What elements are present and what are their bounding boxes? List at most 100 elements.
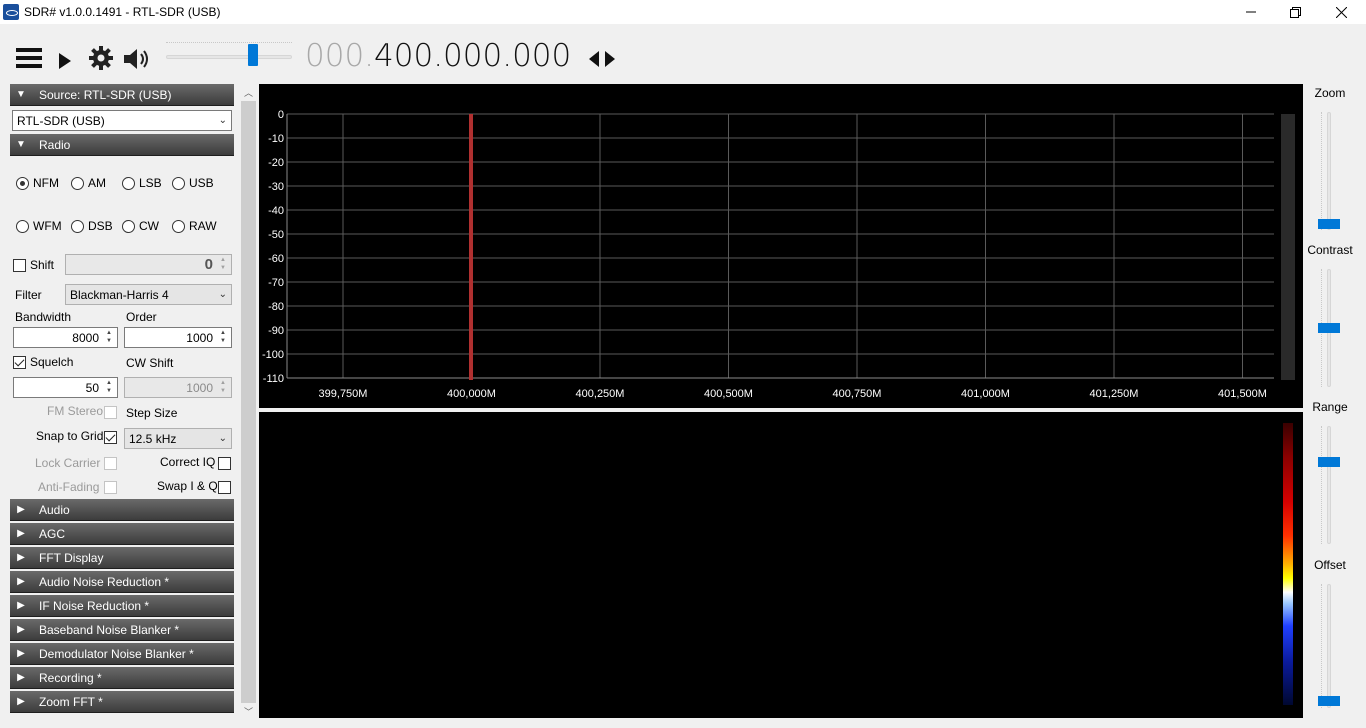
- menu-button[interactable]: [16, 45, 42, 71]
- swap-iq-label: Swap I & Q: [157, 479, 218, 493]
- mode-dsb-radio[interactable]: DSB: [71, 219, 113, 233]
- section-label: IF Noise Reduction *: [39, 598, 150, 613]
- section-baseband-noise-blanker[interactable]: ▶ Baseband Noise Blanker *: [10, 619, 234, 641]
- swap-iq-checkbox[interactable]: [218, 481, 231, 494]
- x-tick-label: 401,500M: [1218, 388, 1267, 400]
- offset-slider[interactable]: [1327, 584, 1331, 708]
- radio-icon: [71, 219, 84, 233]
- order-input[interactable]: 1000 ▲ ▼: [124, 327, 232, 348]
- radio-icon: [122, 176, 135, 190]
- mode-usb-radio[interactable]: USB: [172, 176, 214, 190]
- step-size-select[interactable]: 12.5 kHz ⌄: [124, 428, 232, 449]
- offset-slider-thumb[interactable]: [1318, 696, 1340, 706]
- collapsed-icon: ▶: [17, 552, 25, 563]
- offset-label: Offset: [1314, 558, 1346, 572]
- spinner-arrows-icon[interactable]: ▲ ▼: [103, 329, 115, 346]
- spectrum-grid: [286, 113, 1274, 379]
- shift-label: Shift: [30, 258, 55, 272]
- cw-shift-label: CW Shift: [126, 356, 174, 370]
- contrast-slider-thumb[interactable]: [1318, 323, 1340, 333]
- section-radio[interactable]: ▼ Radio: [10, 134, 234, 156]
- lock-carrier-checkbox[interactable]: [104, 457, 117, 470]
- close-button[interactable]: [1318, 0, 1364, 24]
- section-if-noise-reduction[interactable]: ▶ IF Noise Reduction *: [10, 595, 234, 617]
- spectrum-analyzer[interactable]: 0 -10 -20 -30 -40 -50 -60 -70 -80 -90 -100 -110 399…: [259, 84, 1303, 408]
- panel-scrollbar[interactable]: ︿ ﹀: [240, 84, 257, 720]
- cw-shift-input[interactable]: 1000 ▲ ▼: [124, 377, 232, 398]
- collapsed-icon: ▶: [17, 600, 25, 611]
- restore-button[interactable]: [1272, 0, 1318, 24]
- restore-icon: [1289, 6, 1301, 18]
- spinner-arrows-icon[interactable]: ▲ ▼: [217, 379, 229, 396]
- waterfall-display[interactable]: [259, 412, 1303, 718]
- bandwidth-input[interactable]: 8000 ▲ ▼: [13, 327, 118, 348]
- shift-checkbox[interactable]: [13, 259, 26, 272]
- section-source[interactable]: ▼ Source: RTL-SDR (USB): [10, 84, 234, 106]
- range-slider[interactable]: [1327, 426, 1331, 544]
- spectrum-graph: 0 -10 -20 -30 -40 -50 -60 -70 -80 -90 -100 -110 399…: [262, 109, 1295, 400]
- left-right-arrows-icon: [589, 51, 615, 67]
- y-tick-label: -90: [268, 325, 284, 337]
- settings-button[interactable]: [88, 45, 114, 71]
- correct-iq-checkbox[interactable]: [218, 457, 231, 470]
- spinner-arrows-icon[interactable]: ▲ ▼: [103, 379, 115, 396]
- mode-nfm-radio[interactable]: NFM: [16, 176, 59, 190]
- section-audio[interactable]: ▶ Audio: [10, 499, 234, 521]
- spectrum-x-axis: 399,750M 400,000M 400,250M 400,500M 400,750M…: [319, 388, 1267, 400]
- squelch-checkbox[interactable]: [13, 356, 26, 369]
- scroll-down-icon[interactable]: ﹀: [240, 703, 257, 720]
- mode-wfm-radio[interactable]: WFM: [16, 219, 62, 233]
- minimize-button[interactable]: [1228, 0, 1274, 24]
- mode-label: LSB: [139, 176, 162, 190]
- anti-fading-checkbox[interactable]: [104, 481, 117, 494]
- scrollbar-thumb[interactable]: [241, 101, 256, 703]
- spinner-arrows-icon[interactable]: ▲ ▼: [217, 256, 229, 273]
- order-label: Order: [126, 310, 157, 324]
- y-tick-label: -30: [268, 181, 284, 193]
- mode-raw-radio[interactable]: RAW: [172, 219, 217, 233]
- section-zoom-fft[interactable]: ▶ Zoom FFT *: [10, 691, 234, 713]
- frequency-display[interactable]: 000.400.000.000: [305, 38, 571, 74]
- fm-stereo-checkbox[interactable]: [104, 406, 117, 419]
- mute-button[interactable]: [123, 46, 151, 72]
- vfo-marker[interactable]: [469, 114, 473, 380]
- volume-slider-thumb[interactable]: [248, 44, 258, 66]
- scroll-up-icon[interactable]: ︿: [240, 84, 257, 101]
- mode-cw-radio[interactable]: CW: [122, 219, 159, 233]
- radio-selected-icon: [16, 176, 29, 190]
- shift-input[interactable]: 0 ▲ ▼: [65, 254, 232, 275]
- frequency-shift-button[interactable]: [589, 49, 615, 72]
- collapsed-icon: ▶: [17, 576, 25, 587]
- section-label: Audio Noise Reduction *: [39, 574, 170, 589]
- window-title: SDR# v1.0.0.1491 - RTL-SDR (USB): [24, 5, 221, 19]
- section-audio-noise-reduction[interactable]: ▶ Audio Noise Reduction *: [10, 571, 234, 593]
- section-recording[interactable]: ▶ Recording *: [10, 667, 234, 689]
- mode-label: WFM: [33, 219, 62, 233]
- mode-lsb-radio[interactable]: LSB: [122, 176, 162, 190]
- collapsed-icon: ▶: [17, 672, 25, 683]
- section-agc[interactable]: ▶ AGC: [10, 523, 234, 545]
- squelch-input[interactable]: 50 ▲ ▼: [13, 377, 118, 398]
- mode-label: USB: [189, 176, 214, 190]
- chevron-down-icon: ⌄: [218, 115, 227, 126]
- y-tick-label: -80: [268, 301, 284, 313]
- section-demodulator-noise-blanker[interactable]: ▶ Demodulator Noise Blanker *: [10, 643, 234, 665]
- zoom-slider[interactable]: [1327, 112, 1331, 230]
- section-label: Recording *: [39, 670, 102, 685]
- section-fft-display[interactable]: ▶ FFT Display: [10, 547, 234, 569]
- volume-slider[interactable]: [166, 55, 292, 59]
- zoom-slider-thumb[interactable]: [1318, 219, 1340, 229]
- snap-to-grid-checkbox[interactable]: [104, 431, 117, 444]
- fm-stereo-label: FM Stereo: [47, 404, 104, 418]
- source-device-select[interactable]: RTL-SDR (USB) ⌄: [12, 110, 232, 131]
- collapsed-icon: ▶: [17, 504, 25, 515]
- play-button[interactable]: [58, 48, 72, 74]
- section-label: Baseband Noise Blanker *: [39, 622, 180, 637]
- mode-am-radio[interactable]: AM: [71, 176, 106, 190]
- mode-label: DSB: [88, 219, 113, 233]
- section-label: Demodulator Noise Blanker *: [39, 646, 194, 661]
- filter-select[interactable]: Blackman-Harris 4 ⌄: [65, 284, 232, 305]
- spinner-arrows-icon[interactable]: ▲ ▼: [217, 329, 229, 346]
- range-slider-thumb[interactable]: [1318, 457, 1340, 467]
- y-tick-label: -60: [268, 253, 284, 265]
